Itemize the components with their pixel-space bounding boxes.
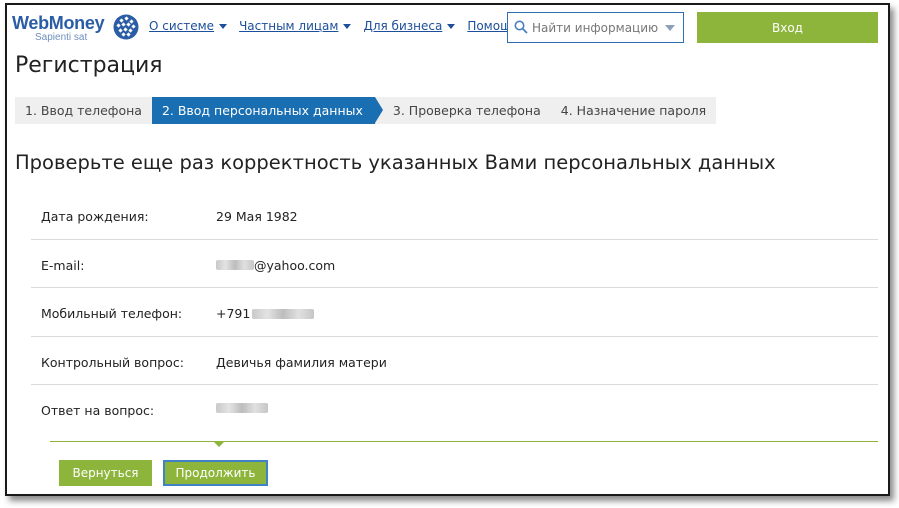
nav-individuals-label: Частным лицам	[239, 19, 339, 33]
confirm-heading: Проверьте еще раз корректность указанных…	[15, 151, 776, 174]
detail-row-security-question: Контрольный вопрос: Девичья фамилия мате…	[31, 337, 878, 385]
detail-row-phone: Мобильный телефон: +791	[31, 288, 878, 337]
logo-title: WebMoney	[12, 13, 105, 33]
nav-business-label: Для бизнеса	[363, 19, 443, 33]
detail-label: E-mail:	[41, 257, 85, 273]
nav-business[interactable]: Для бизнеса	[363, 19, 456, 33]
detail-value-email: @yahoo.com	[216, 258, 335, 273]
detail-row-email: E-mail: @yahoo.com	[31, 240, 878, 288]
continue-button[interactable]: Продолжить	[163, 460, 268, 486]
search-dropdown-icon[interactable]	[665, 25, 675, 31]
personal-data-list: Дата рождения: 29 Мая 1982 E-mail: @yaho…	[31, 191, 878, 434]
search-box	[507, 12, 684, 43]
chevron-down-icon	[219, 23, 228, 29]
registration-steps: 1. Ввод телефона 2. Ввод персональных да…	[15, 97, 717, 124]
detail-value-birthdate: 29 Мая 1982	[216, 209, 298, 224]
back-button[interactable]: Вернуться	[59, 460, 152, 486]
redacted-phone-digits	[252, 308, 315, 319]
page-title: Регистрация	[15, 53, 163, 78]
step-password: 4. Назначение пароля	[560, 103, 707, 118]
main-nav: О системе Частным лицам Для бизнеса Помо…	[149, 19, 532, 33]
nav-individuals[interactable]: Частным лицам	[239, 19, 352, 33]
step-phone-input: 1. Ввод телефона	[25, 103, 142, 118]
detail-label: Контрольный вопрос:	[41, 354, 184, 370]
globe-icon	[113, 14, 139, 40]
detail-value-answer	[216, 403, 268, 413]
redacted-email-user	[216, 260, 254, 270]
detail-value-phone: +791	[216, 306, 315, 321]
chevron-down-icon	[447, 23, 456, 29]
divider-notch	[214, 442, 224, 447]
search-icon[interactable]	[514, 20, 528, 34]
phone-prefix-text: +791	[216, 306, 251, 321]
logo-tagline: Sapienti sat	[35, 32, 88, 43]
form-divider	[50, 441, 878, 442]
nav-about[interactable]: О системе	[149, 19, 228, 33]
email-domain-text: @yahoo.com	[254, 257, 336, 273]
search-input[interactable]	[532, 18, 660, 38]
step-phone-check: 3. Проверка телефона	[392, 103, 541, 118]
browser-frame: WebMoney Sapienti sat О системе Частным …	[5, 3, 890, 496]
chevron-down-icon	[343, 23, 352, 29]
detail-label: Дата рождения:	[41, 209, 149, 224]
nav-about-label: О системе	[149, 19, 215, 33]
step-personal-data: 2. Ввод персональных данных	[151, 97, 383, 124]
detail-label: Ответ на вопрос:	[41, 403, 155, 418]
site-header: WebMoney Sapienti sat О системе Частным …	[7, 5, 888, 49]
webmoney-logo[interactable]: WebMoney Sapienti sat	[12, 11, 142, 45]
detail-row-birthdate: Дата рождения: 29 Мая 1982	[31, 191, 878, 240]
birthdate-text: 29 Мая 1982	[216, 209, 298, 224]
detail-label: Мобильный телефон:	[41, 306, 183, 321]
detail-row-answer: Ответ на вопрос:	[31, 385, 878, 434]
redacted-answer	[216, 403, 268, 413]
login-button[interactable]: Вход	[697, 12, 878, 43]
detail-value-security-question: Девичья фамилия матери	[216, 355, 387, 370]
security-question-text: Девичья фамилия матери	[216, 354, 387, 370]
